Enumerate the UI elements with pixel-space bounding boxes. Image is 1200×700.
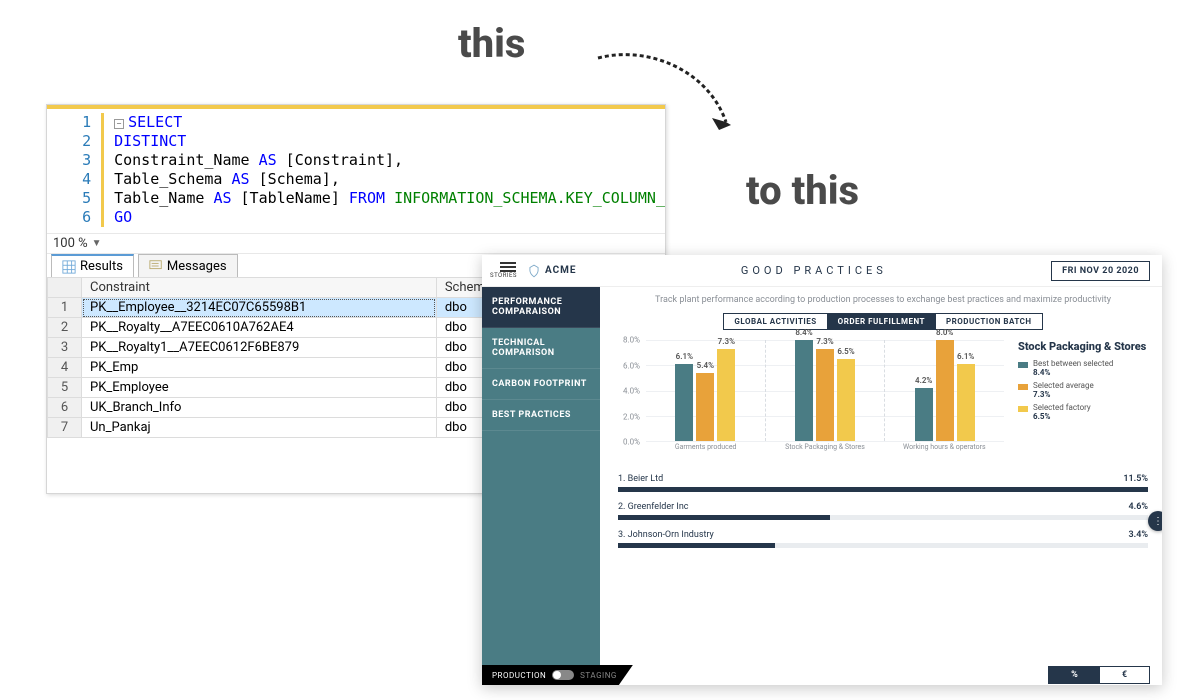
toggle-icon[interactable] (552, 670, 574, 680)
sidebar: PERFORMANCE COMPARAISONTECHNICAL COMPARI… (482, 287, 600, 665)
legend-item: Best between selected8.4% (1018, 359, 1148, 377)
brand-logo-icon (527, 264, 541, 278)
chart-group: 6.1%5.4%7.3% (646, 340, 766, 441)
zoom-dropdown-icon[interactable]: ▼ (92, 238, 102, 249)
chart-bar[interactable]: 7.3% (816, 349, 834, 441)
dashboard-topbar: STORIES ACME GOOD PRACTICES FRI NOV 20 2… (482, 255, 1162, 287)
env-off-label: STAGING (580, 671, 617, 680)
chart-group: 8.4%7.3%6.5% (766, 340, 886, 441)
ranking-item[interactable]: 1. Beier Ltd11.5% (618, 474, 1148, 492)
dashboard-title: GOOD PRACTICES (577, 264, 1052, 277)
hamburger-icon[interactable] (500, 262, 516, 272)
dashboard-footer: PRODUCTION STAGING % € (482, 665, 1162, 685)
segment[interactable]: ORDER FULFILLMENT (828, 313, 936, 330)
bar-chart: 8.0%6.0%4.0%2.0%0.0% 6.1%5.4%7.3%8.4%7.3… (618, 340, 1004, 460)
chart-bar[interactable]: 6.1% (957, 364, 975, 441)
tab-results-label: Results (80, 259, 123, 274)
zoom-level[interactable]: 100 % (53, 236, 88, 251)
hamburger-label: STORIES (490, 272, 517, 279)
legend-item: Selected average7.3% (1018, 381, 1148, 399)
messages-icon (149, 259, 163, 273)
tab-messages-label: Messages (167, 259, 227, 274)
chart-legend: Stock Packaging & Stores Best between se… (1018, 340, 1148, 460)
line-gutter: 123456 (47, 113, 101, 227)
legend-title: Stock Packaging & Stores (1018, 340, 1148, 353)
env-on-label: PRODUCTION (492, 671, 546, 680)
chart-bar[interactable]: 7.3% (717, 349, 735, 441)
chart-bar[interactable]: 4.2% (915, 388, 933, 441)
chart-group: 4.2%8.0%6.1% (885, 340, 1004, 441)
unit-euro[interactable]: € (1100, 667, 1149, 683)
brand-name: ACME (545, 265, 577, 276)
brand: ACME (527, 264, 577, 278)
dashboard-panel: STORIES ACME GOOD PRACTICES FRI NOV 20 2… (482, 255, 1162, 685)
code-body[interactable]: −SELECTDISTINCTConstraint_Name AS [Const… (101, 113, 665, 227)
chart-bar[interactable]: 8.4% (795, 340, 813, 441)
code-editor[interactable]: 123456 −SELECTDISTINCTConstraint_Name AS… (47, 105, 665, 233)
chart-y-axis: 8.0%6.0%4.0%2.0%0.0% (618, 340, 644, 442)
tab-results[interactable]: Results (51, 254, 134, 277)
sidebar-item[interactable]: PERFORMANCE COMPARAISON (482, 287, 600, 328)
chart-bar[interactable]: 6.1% (675, 364, 693, 441)
dashboard-main: Track plant performance according to pro… (600, 287, 1162, 665)
unit-switch[interactable]: % € (1048, 666, 1150, 684)
legend-item: Selected factory6.5% (1018, 403, 1148, 421)
chart-bar[interactable]: 5.4% (696, 373, 714, 441)
sidebar-item[interactable]: CARBON FOOTPRINT (482, 369, 600, 400)
heading-this: this (458, 20, 525, 67)
chart-plot: 6.1%5.4%7.3%8.4%7.3%6.5%4.2%8.0%6.1% (646, 340, 1004, 442)
sidebar-item[interactable]: TECHNICAL COMPARISON (482, 328, 600, 369)
tab-messages[interactable]: Messages (138, 254, 238, 277)
col-constraint[interactable]: Constraint (82, 278, 437, 298)
heading-to-this: to this (746, 167, 859, 214)
environment-toggle[interactable]: PRODUCTION STAGING (482, 665, 633, 685)
more-options-button[interactable]: ⋮ (1148, 511, 1162, 531)
chart-bar[interactable]: 6.5% (837, 359, 855, 441)
grid-icon (62, 260, 76, 274)
segment-control: GLOBAL ACTIVITIESORDER FULFILLMENTPRODUC… (618, 313, 1148, 330)
unit-percent[interactable]: % (1049, 667, 1100, 683)
chart-x-axis: Garments producedStock Packaging & Store… (646, 442, 1004, 460)
date-picker[interactable]: FRI NOV 20 2020 (1051, 261, 1150, 281)
ranking-item[interactable]: 2. Greenfelder Inc4.6% (618, 502, 1148, 520)
rankings: 1. Beier Ltd11.5% 2. Greenfelder Inc4.6% 3… (618, 474, 1148, 548)
col-rownum[interactable] (48, 278, 82, 298)
subtitle: Track plant performance according to pro… (618, 295, 1148, 305)
ranking-item[interactable]: 3. Johnson-Orn Industry3.4% (618, 530, 1148, 548)
chart-bar[interactable]: 8.0% (936, 340, 954, 441)
sidebar-item[interactable]: BEST PRACTICES (482, 400, 600, 431)
